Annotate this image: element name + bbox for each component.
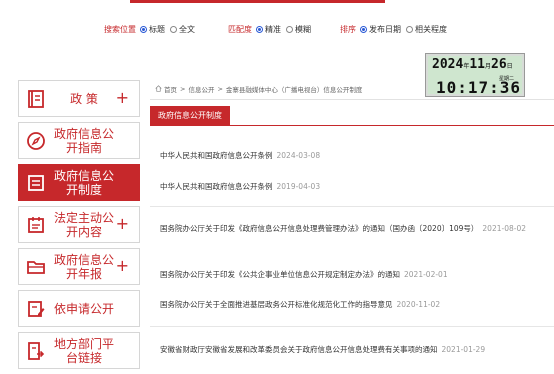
list-item[interactable]: 国务院办公厅关于印发《政府信息公开信息处理费管理办法》的通知（国办函〔2020〕… [160,222,540,235]
document-date: 2021-02-01 [404,270,448,279]
breadcrumb-separator: > [217,85,223,93]
breadcrumb-current[interactable]: 金寨县融媒体中心（广播电视台）信息公开制度 [226,84,363,94]
sidebar-item-statutory[interactable]: 法定主动公开内容 + [18,206,140,243]
sort-relevance-radio[interactable]: 相关程度 [406,24,447,35]
expand-plus-icon[interactable]: + [116,89,129,107]
link-document-icon [19,333,53,368]
sidebar-item-label: 政府信息公开指南 [53,126,114,155]
match-fuzzy-radio[interactable]: 模糊 [286,24,311,35]
document-title[interactable]: 安徽省财政厅安徽省发展和改革委员会关于政府信息公开信息处理费有关事项的通知 [160,345,438,354]
sidebar-item-label: 依申请公开 [53,301,114,316]
sidebar-item-annual-report[interactable]: 政府信息公开年报 + [18,248,140,285]
search-position-title-radio[interactable]: 标题 [140,24,165,35]
search-position-group: 搜索位置 标题 全文 [104,24,200,35]
top-red-strip [130,0,385,3]
document-date: 2024-03-08 [276,151,321,160]
radio-selected-icon [256,26,263,33]
document-title[interactable]: 中华人民共和国政府信息公开条例 [160,182,273,191]
document-title[interactable]: 国务院办公厅关于全面推进基层政务公开标准化规范化工作的指导意见 [160,300,393,309]
search-options-bar: 搜索位置 标题 全文 匹配度 精准 模糊 排序 发布日期 相关程度 [0,24,554,38]
sidebar-item-label: 法定主动公开内容 [53,210,114,239]
list-divider [150,326,554,327]
folder-icon [19,249,53,284]
document-title[interactable]: 国务院办公厅关于印发《政府信息公开信息处理费管理办法》的通知（国办函〔2020〕… [160,224,478,233]
search-position-fulltext-radio[interactable]: 全文 [170,24,195,35]
document-title[interactable]: 中华人民共和国政府信息公开条例 [160,151,273,160]
sidebar-item-label: 地方部门平台链接 [53,336,114,365]
sort-label: 排序 [340,25,356,34]
radio-empty-icon [286,26,293,33]
sidebar-item-local-links[interactable]: 地方部门平台链接 [18,332,140,369]
list-item[interactable]: 中华人民共和国政府信息公开条例 2024-03-08 [160,149,545,162]
sidebar-item-guide[interactable]: 政府信息公开指南 [18,122,140,159]
breadcrumb-info-public[interactable]: 信息公开 [188,84,214,94]
clock-screen: 2024年11月26日 星期二 10:17:36 [428,56,522,97]
match-label: 匹配度 [228,25,252,34]
radio-empty-icon [406,26,413,33]
expand-plus-icon[interactable]: + [116,215,129,233]
document-date: 2019-04-03 [276,182,321,191]
radio-selected-icon [360,26,367,33]
list-item[interactable]: 国务院办公厅关于印发《公共企事业单位信息公开规定制定办法》的通知 2021-02-… [160,268,545,281]
sidebar-item-label: 政 策 [70,91,98,106]
list-item[interactable]: 安徽省财政厅安徽省发展和改革委员会关于政府信息公开信息处理费有关事项的通知 202… [160,343,545,356]
breadcrumb-divider [150,99,554,100]
list-item[interactable]: 国务院办公厅关于全面推进基层政务公开标准化规范化工作的指导意见 2020-11-0… [160,298,545,311]
list-item[interactable]: 中华人民共和国政府信息公开条例 2019-04-03 [160,180,545,193]
breadcrumb-separator: > [180,85,186,93]
sort-date-radio[interactable]: 发布日期 [360,24,401,35]
calendar-list-icon [19,207,53,242]
list-divider [150,206,554,207]
radio-selected-icon [140,26,147,33]
clock-date: 2024年11月26日 [432,57,513,72]
sidebar-item-label: 政府信息公开年报 [53,252,114,281]
document-date: 2020-11-02 [396,300,441,309]
edit-form-icon [19,291,53,326]
match-exact-radio[interactable]: 精准 [256,24,281,35]
compass-icon [19,123,53,158]
document-date: 2021-01-29 [441,345,486,354]
sort-group: 排序 发布日期 相关程度 [340,24,452,35]
digital-clock: 2024年11月26日 星期二 10:17:36 [425,53,525,97]
sidebar-item-by-request[interactable]: 依申请公开 [18,290,140,327]
sidebar-item-label: 政府信息公开制度 [53,168,114,197]
document-date: 2021-08-02 [482,224,526,233]
document-list-icon [19,165,53,200]
tab-disclosure-system[interactable]: 政府信息公开制度 [150,106,230,126]
home-icon [155,84,162,94]
match-group: 匹配度 精准 模糊 [228,24,316,35]
tab-bar: 政府信息公开制度 [150,106,554,126]
radio-empty-icon [170,26,177,33]
sidebar-item-policy[interactable]: 政 策 + [18,80,140,117]
sidebar-item-system[interactable]: 政府信息公开制度 [18,164,140,201]
policy-book-icon [19,81,53,116]
breadcrumb-home[interactable]: 首页 [164,84,177,94]
expand-plus-icon[interactable]: + [116,257,129,275]
clock-time: 10:17:36 [436,78,522,97]
search-position-label: 搜索位置 [104,25,136,34]
document-title[interactable]: 国务院办公厅关于印发《公共企事业单位信息公开规定制定办法》的通知 [160,270,400,279]
breadcrumb: 首页 > 信息公开 > 金寨县融媒体中心（广播电视台）信息公开制度 [155,84,362,94]
